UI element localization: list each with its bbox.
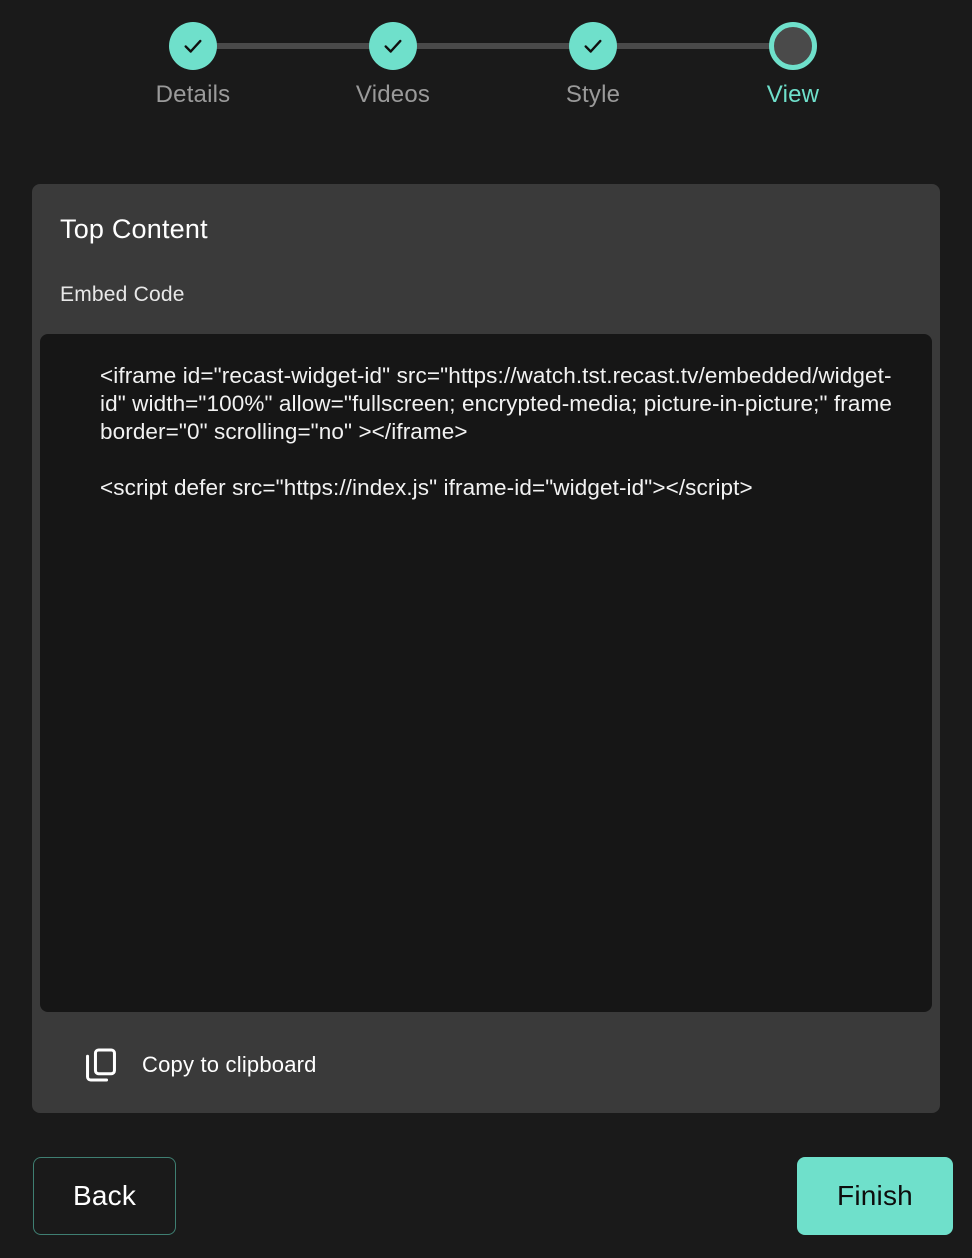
copy-icon (86, 1048, 116, 1082)
stepper-label-view: View (766, 81, 820, 108)
stepper-step-view[interactable]: View (733, 22, 853, 107)
embed-code-label: Embed Code (60, 283, 185, 306)
check-icon (184, 39, 202, 53)
stepper-track (193, 43, 793, 49)
stepper-step-videos[interactable]: Videos (333, 22, 453, 107)
code-spacer (100, 446, 896, 474)
stepper-step-details[interactable]: Details (133, 22, 253, 107)
embed-code-iframe-line: <iframe id="recast-widget-id" src="https… (100, 363, 892, 444)
wizard-stepper: Details Videos Style View (0, 0, 972, 140)
stepper-marker-style[interactable] (569, 22, 617, 70)
stepper-step-style[interactable]: Style (533, 22, 653, 107)
stepper-label-style: Style (565, 81, 621, 108)
stepper-marker-videos[interactable] (369, 22, 417, 70)
embed-code-script-line: <script defer src="https://index.js" ifr… (100, 475, 753, 500)
finish-button[interactable]: Finish (797, 1157, 953, 1235)
check-icon (384, 39, 402, 53)
stepper-marker-view[interactable] (769, 22, 817, 70)
copy-to-clipboard-button[interactable]: Copy to clipboard (82, 1046, 317, 1084)
embed-code-textarea[interactable]: <iframe id="recast-widget-id" src="https… (40, 334, 932, 1012)
copy-to-clipboard-label: Copy to clipboard (142, 1052, 317, 1077)
stepper-label-videos: Videos (355, 81, 431, 108)
page-title: Top Content (60, 214, 208, 244)
stepper-marker-details[interactable] (169, 22, 217, 70)
top-content-card: Top Content Embed Code <iframe id="recas… (32, 184, 940, 1113)
back-button[interactable]: Back (33, 1157, 176, 1235)
check-icon (584, 39, 602, 53)
stepper-label-details: Details (155, 81, 231, 108)
